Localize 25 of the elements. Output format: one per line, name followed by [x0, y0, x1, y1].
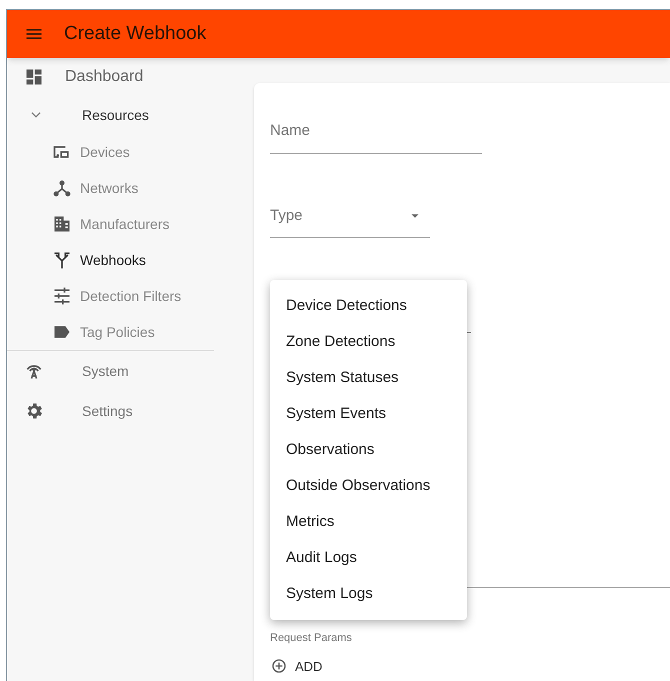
- menu-option[interactable]: System Logs: [270, 576, 467, 612]
- sliders-icon: [52, 286, 72, 306]
- menu-option[interactable]: Outside Observations: [270, 468, 467, 504]
- menu-option[interactable]: System Statuses: [270, 360, 467, 396]
- menu-option[interactable]: Device Detections: [270, 288, 467, 324]
- fork-arrows-icon: [52, 250, 72, 270]
- page-title: Create Webhook: [64, 22, 206, 46]
- dashboard-grid-icon: [24, 67, 44, 87]
- name-field[interactable]: Name: [270, 83, 482, 154]
- type-select[interactable]: Type: [270, 204, 430, 238]
- add-button[interactable]: ADD: [271, 656, 322, 676]
- nav-item[interactable]: System: [7, 351, 253, 391]
- nav-label: Resources: [82, 106, 149, 124]
- nav-subitem[interactable]: Webhooks: [7, 242, 253, 278]
- menu-option[interactable]: Audit Logs: [270, 540, 467, 576]
- menu-option[interactable]: Observations: [270, 432, 467, 468]
- network-node-icon: [52, 178, 72, 198]
- building-icon: [52, 214, 72, 234]
- nav-label: Dashboard: [65, 67, 144, 87]
- nav-item[interactable]: Settings: [7, 391, 253, 431]
- menu-option[interactable]: System Events: [270, 396, 467, 432]
- menu-option[interactable]: Metrics: [270, 504, 467, 540]
- add-circle-icon: [271, 658, 287, 674]
- section-label: Request Params: [270, 631, 353, 646]
- menu-option[interactable]: Zone Detections: [270, 324, 467, 360]
